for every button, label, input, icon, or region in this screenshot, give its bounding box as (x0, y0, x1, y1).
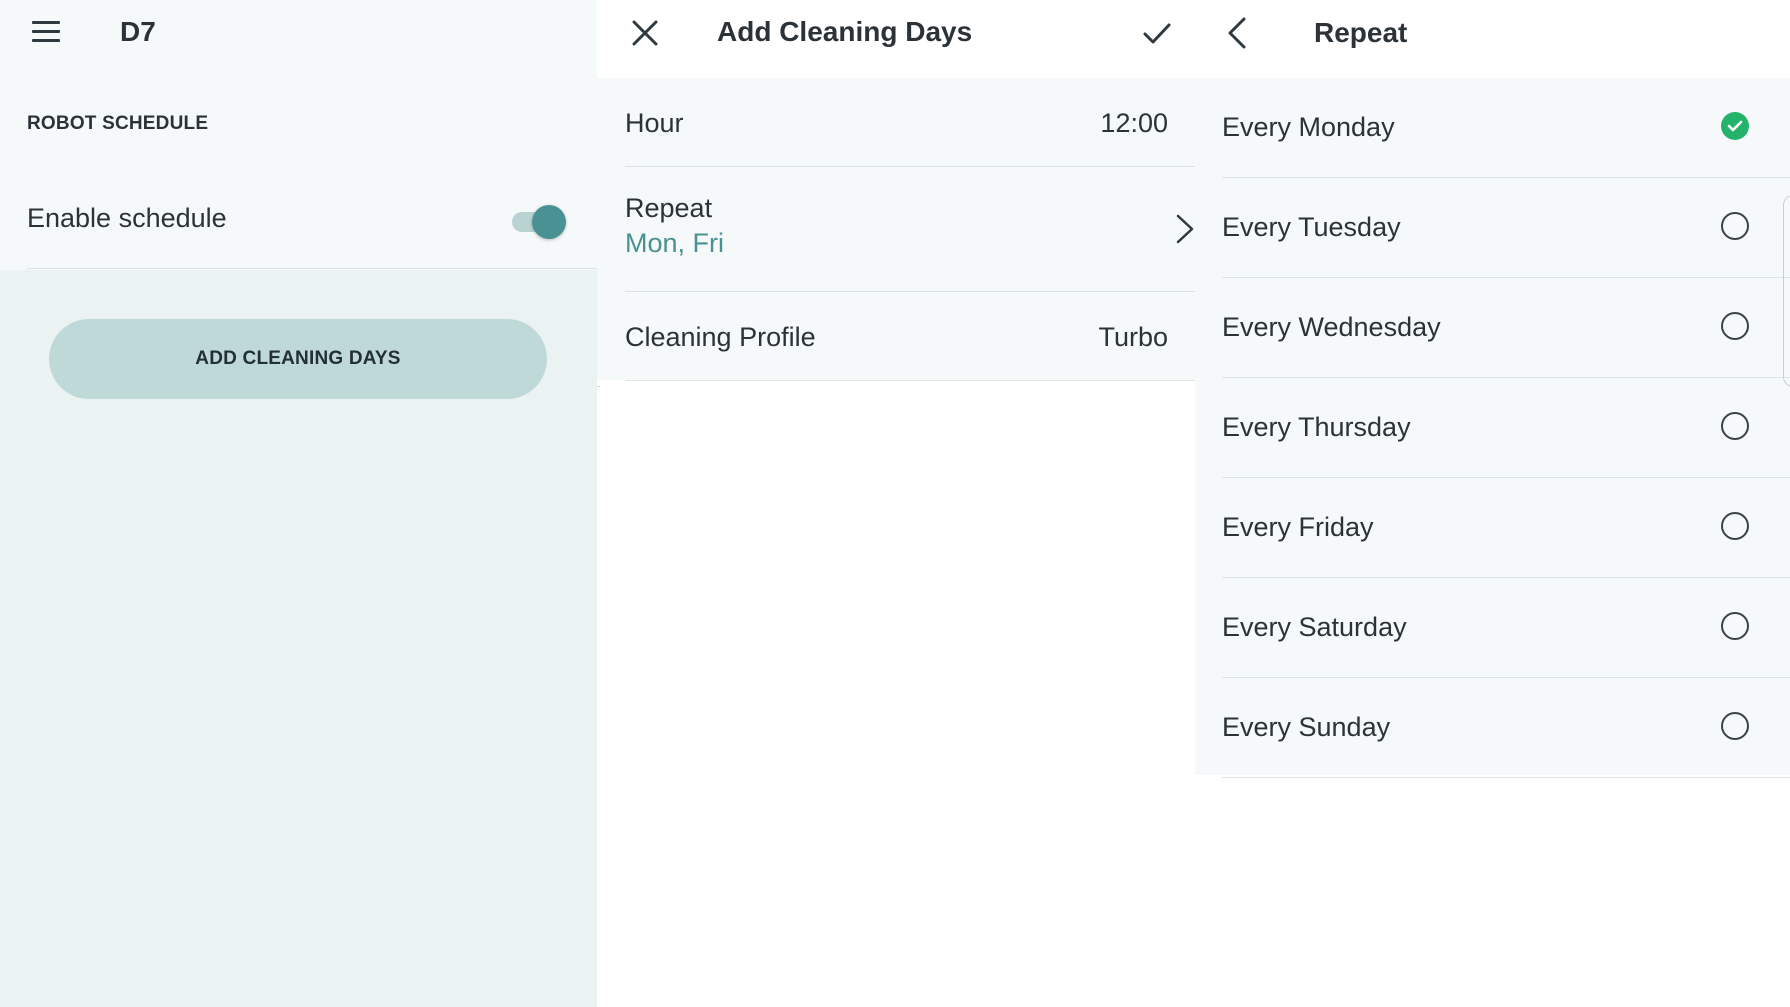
repeat-label: Repeat (625, 193, 713, 223)
page-title: D7 (120, 16, 156, 47)
day-row-friday[interactable]: Every Friday (1222, 478, 1790, 578)
section-header: ROBOT SCHEDULE (27, 113, 209, 134)
day-row-monday[interactable]: Every Monday (1222, 78, 1790, 178)
radio-circle-icon[interactable] (1721, 412, 1749, 440)
close-icon[interactable] (630, 18, 660, 48)
hour-row[interactable]: Hour 12:00 (625, 78, 1195, 167)
hour-label: Hour (625, 108, 684, 138)
chevron-right-icon (1176, 214, 1194, 244)
cleaning-profile-label: Cleaning Profile (625, 322, 816, 352)
day-row-thursday[interactable]: Every Thursday (1222, 378, 1790, 478)
day-label: Every Tuesday (1222, 212, 1401, 242)
panel-edge (1783, 195, 1790, 387)
menu-icon[interactable] (32, 21, 60, 43)
page-title: Repeat (1314, 17, 1408, 48)
divider (27, 268, 597, 269)
day-label: Every Friday (1222, 512, 1374, 542)
checked-circle-icon[interactable] (1721, 112, 1749, 140)
toggle-thumb (532, 205, 566, 239)
repeat-row[interactable]: Repeat Mon, Fri (625, 167, 1195, 292)
radio-circle-icon[interactable] (1721, 312, 1749, 340)
enable-schedule-toggle[interactable] (512, 204, 566, 239)
schedule-panel: D7 ROBOT SCHEDULE Enable schedule ADD CL… (0, 0, 597, 1007)
confirm-check-icon[interactable] (1142, 20, 1172, 48)
cleaning-profile-value: Turbo (1098, 322, 1168, 352)
page-title: Add Cleaning Days (717, 16, 973, 47)
day-label: Every Sunday (1222, 712, 1391, 742)
hour-value: 12:00 (1100, 108, 1168, 138)
add-days-header: Add Cleaning Days (597, 0, 1195, 78)
day-label: Every Thursday (1222, 412, 1411, 442)
day-label: Every Wednesday (1222, 312, 1441, 342)
repeat-panel: Repeat Every Monday Every Tuesday Every … (1195, 0, 1790, 1007)
add-cleaning-days-panel: Add Cleaning Days Hour 12:00 Repeat Mon,… (597, 0, 1195, 1007)
day-row-tuesday[interactable]: Every Tuesday (1222, 178, 1790, 278)
settings-list: Hour 12:00 Repeat Mon, Fri Cleaning Prof… (597, 78, 1195, 381)
back-arrow-icon[interactable] (1227, 16, 1247, 50)
repeat-value: Mon, Fri (625, 228, 725, 258)
radio-circle-icon[interactable] (1721, 612, 1749, 640)
add-cleaning-days-button[interactable]: ADD CLEANING DAYS (49, 319, 547, 399)
enable-schedule-label: Enable schedule (27, 203, 227, 233)
schedule-top-section: D7 ROBOT SCHEDULE Enable schedule (0, 0, 597, 270)
radio-circle-icon[interactable] (1721, 712, 1749, 740)
day-label: Every Monday (1222, 112, 1395, 142)
repeat-header: Repeat (1195, 0, 1790, 78)
day-row-wednesday[interactable]: Every Wednesday (1222, 278, 1790, 378)
day-label: Every Saturday (1222, 612, 1407, 642)
days-list: Every Monday Every Tuesday Every Wednesd… (1195, 78, 1790, 778)
day-row-sunday[interactable]: Every Sunday (1222, 678, 1790, 778)
day-row-saturday[interactable]: Every Saturday (1222, 578, 1790, 678)
cleaning-profile-row[interactable]: Cleaning Profile Turbo (625, 292, 1195, 381)
radio-circle-icon[interactable] (1721, 212, 1749, 240)
radio-circle-icon[interactable] (1721, 512, 1749, 540)
